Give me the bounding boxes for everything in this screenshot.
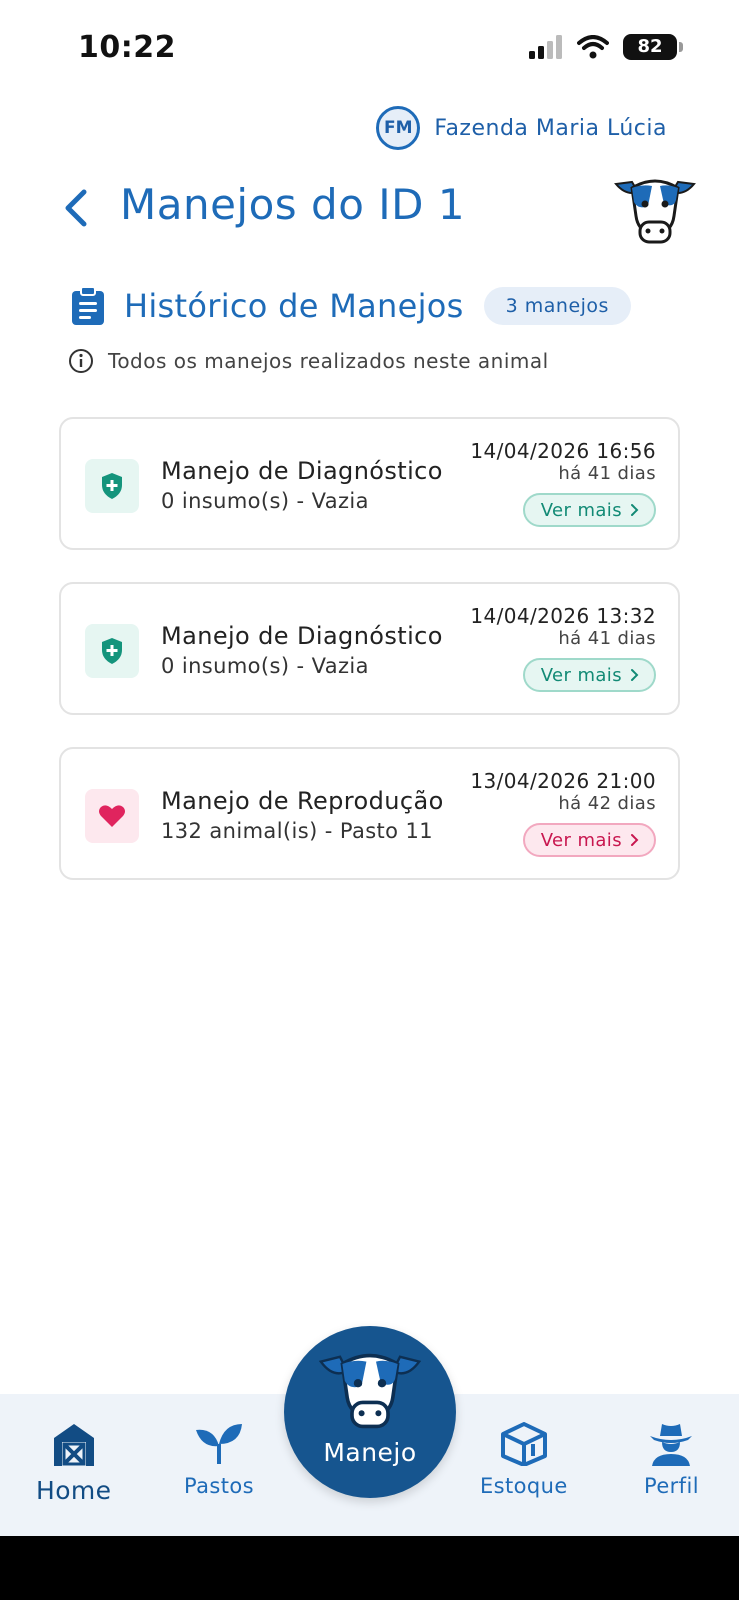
back-arrow-icon[interactable] [58,184,98,232]
page-header: Manejos do ID 1 [58,179,698,260]
cow-icon [318,1353,422,1429]
card-subtitle: 0 insumo(s) - Vazia [161,489,369,513]
nav-pastos[interactable]: Pastos [184,1422,254,1498]
card-date: 14/04/2026 13:32 [470,604,656,628]
status-bar: 10:22 82 [0,0,739,90]
clipboard-icon [72,286,104,325]
battery-indicator: 82 [623,34,683,60]
chevron-right-icon [631,504,639,516]
ver-mais-button[interactable]: Ver mais [522,823,656,857]
card-date: 13/04/2026 21:00 [470,769,656,793]
card-relative-time: há 42 dias [558,793,656,814]
ver-mais-label: Ver mais [540,664,622,686]
manejo-card[interactable]: Manejo de Diagnóstico 0 insumo(s) - Vazi… [59,582,680,715]
card-date: 14/04/2026 16:56 [470,439,656,463]
card-subtitle: 0 insumo(s) - Vazia [161,654,369,678]
farm-avatar: FM [376,106,421,150]
shield-icon [102,638,122,664]
chevron-right-icon [631,834,639,846]
nav-perfil[interactable]: Perfil [644,1422,699,1498]
page-title: Manejos do ID 1 [120,180,466,229]
nav-home-label: Home [36,1476,112,1505]
card-relative-time: há 41 dias [558,628,656,649]
nav-home[interactable]: Home [36,1422,111,1505]
count-badge: 3 manejos [483,287,631,325]
ver-mais-label: Ver mais [540,829,622,851]
shield-icon [102,473,122,499]
section-info-text: Todos os manejos realizados neste animal [108,349,549,373]
manejo-card[interactable]: Manejo de Reprodução 132 animal(is) - Pa… [59,747,680,880]
nav-estoque[interactable]: Estoque [480,1422,568,1498]
farm-name: Fazenda Maria Lúcia [434,115,667,141]
status-icons: 82 [529,34,683,60]
heart-icon [99,805,125,827]
nav-perfil-label: Perfil [644,1474,699,1498]
nav-estoque-label: Estoque [480,1474,568,1498]
signal-icon [529,35,562,59]
info-icon [69,349,93,373]
card-icon-box [85,789,139,843]
home-indicator-area [0,1536,739,1600]
manejo-card[interactable]: Manejo de Diagnóstico 0 insumo(s) - Vazi… [59,417,680,550]
status-time: 10:22 [78,30,176,65]
card-icon-box [85,624,139,678]
card-title: Manejo de Diagnóstico [161,457,443,485]
card-relative-time: há 41 dias [558,463,656,484]
card-icon-box [85,459,139,513]
ver-mais-button[interactable]: Ver mais [522,658,656,692]
wifi-icon [577,35,609,59]
card-subtitle: 132 animal(is) - Pasto 11 [161,819,434,843]
card-title: Manejo de Reprodução [161,787,444,815]
cowboy-user-icon [650,1424,693,1466]
sprout-icon [195,1424,242,1464]
ver-mais-label: Ver mais [540,499,622,521]
section-info: Todos os manejos realizados neste animal [68,348,549,374]
farm-selector[interactable]: FM Fazenda Maria Lúcia [376,106,667,150]
cow-logo-icon [614,179,696,244]
box-icon [500,1422,547,1466]
chevron-right-icon [631,669,639,681]
section-title: Histórico de Manejos [124,287,464,325]
nav-pastos-label: Pastos [184,1474,254,1498]
nav-manejo-label: Manejo [323,1438,417,1467]
card-title: Manejo de Diagnóstico [161,622,443,650]
barn-icon [53,1424,94,1466]
nav-manejo-button[interactable]: Manejo [284,1326,456,1498]
section-header: Histórico de Manejos 3 manejos [70,284,670,328]
ver-mais-button[interactable]: Ver mais [522,493,656,527]
